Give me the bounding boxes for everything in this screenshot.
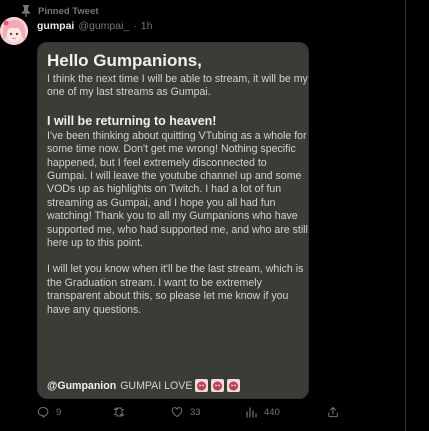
- gumpai-emote-icon: [227, 379, 241, 392]
- tweet-image[interactable]: Hello Gumpanions, I think the next time …: [37, 42, 309, 399]
- signoff-text: GUMPAI LOVE: [120, 379, 193, 392]
- reply-icon: [37, 406, 49, 418]
- author-handle[interactable]: @gumpai_: [78, 20, 129, 32]
- reply-button[interactable]: 9: [37, 406, 61, 418]
- timeline-divider: [405, 0, 406, 431]
- tweet-header: gumpai @gumpai_ · 1h: [37, 20, 152, 32]
- reply-count: 9: [56, 406, 62, 418]
- pinned-label: Pinned Tweet: [38, 5, 99, 17]
- author-name[interactable]: gumpai: [37, 20, 74, 32]
- pinned-indicator: Pinned Tweet: [21, 4, 99, 18]
- gumpai-emote-icon: [195, 379, 209, 392]
- mention-gumpanion: @Gumpanion: [47, 379, 117, 392]
- announcement-signature: @Gumpanion GUMPAI LOVE: [47, 379, 241, 392]
- share-icon: [328, 407, 338, 418]
- views-count: 440: [264, 406, 280, 418]
- announcement-heading: I will be returning to heaven!: [47, 113, 217, 128]
- pin-icon: [21, 5, 31, 17]
- avatar[interactable]: [0, 17, 28, 45]
- tweet-timestamp[interactable]: 1h: [141, 20, 153, 32]
- share-button[interactable]: [327, 406, 339, 418]
- header-separator: ·: [133, 20, 137, 32]
- gumpai-emote-icon: [211, 379, 225, 392]
- tweet-actions: 9 33 440: [37, 406, 367, 422]
- views-button[interactable]: 440: [245, 406, 280, 418]
- avatar-image: [0, 17, 28, 45]
- heart-icon: [171, 407, 183, 418]
- like-count: 33: [190, 406, 201, 418]
- announcement-text: Hello Gumpanions, I think the next time …: [47, 51, 308, 317]
- views-chart-icon: [246, 407, 257, 418]
- announcement-intro: I think the next time I will be able to …: [47, 73, 308, 99]
- like-button[interactable]: 33: [171, 406, 201, 418]
- announcement-greeting: Hello Gumpanions,: [47, 51, 202, 70]
- retweet-icon: [113, 407, 125, 417]
- announcement-body-1: I've been thinking about quitting VTubin…: [47, 129, 308, 250]
- announcement-body-2: I will let you know when it'll be the la…: [47, 263, 304, 316]
- retweet-button[interactable]: [113, 406, 132, 418]
